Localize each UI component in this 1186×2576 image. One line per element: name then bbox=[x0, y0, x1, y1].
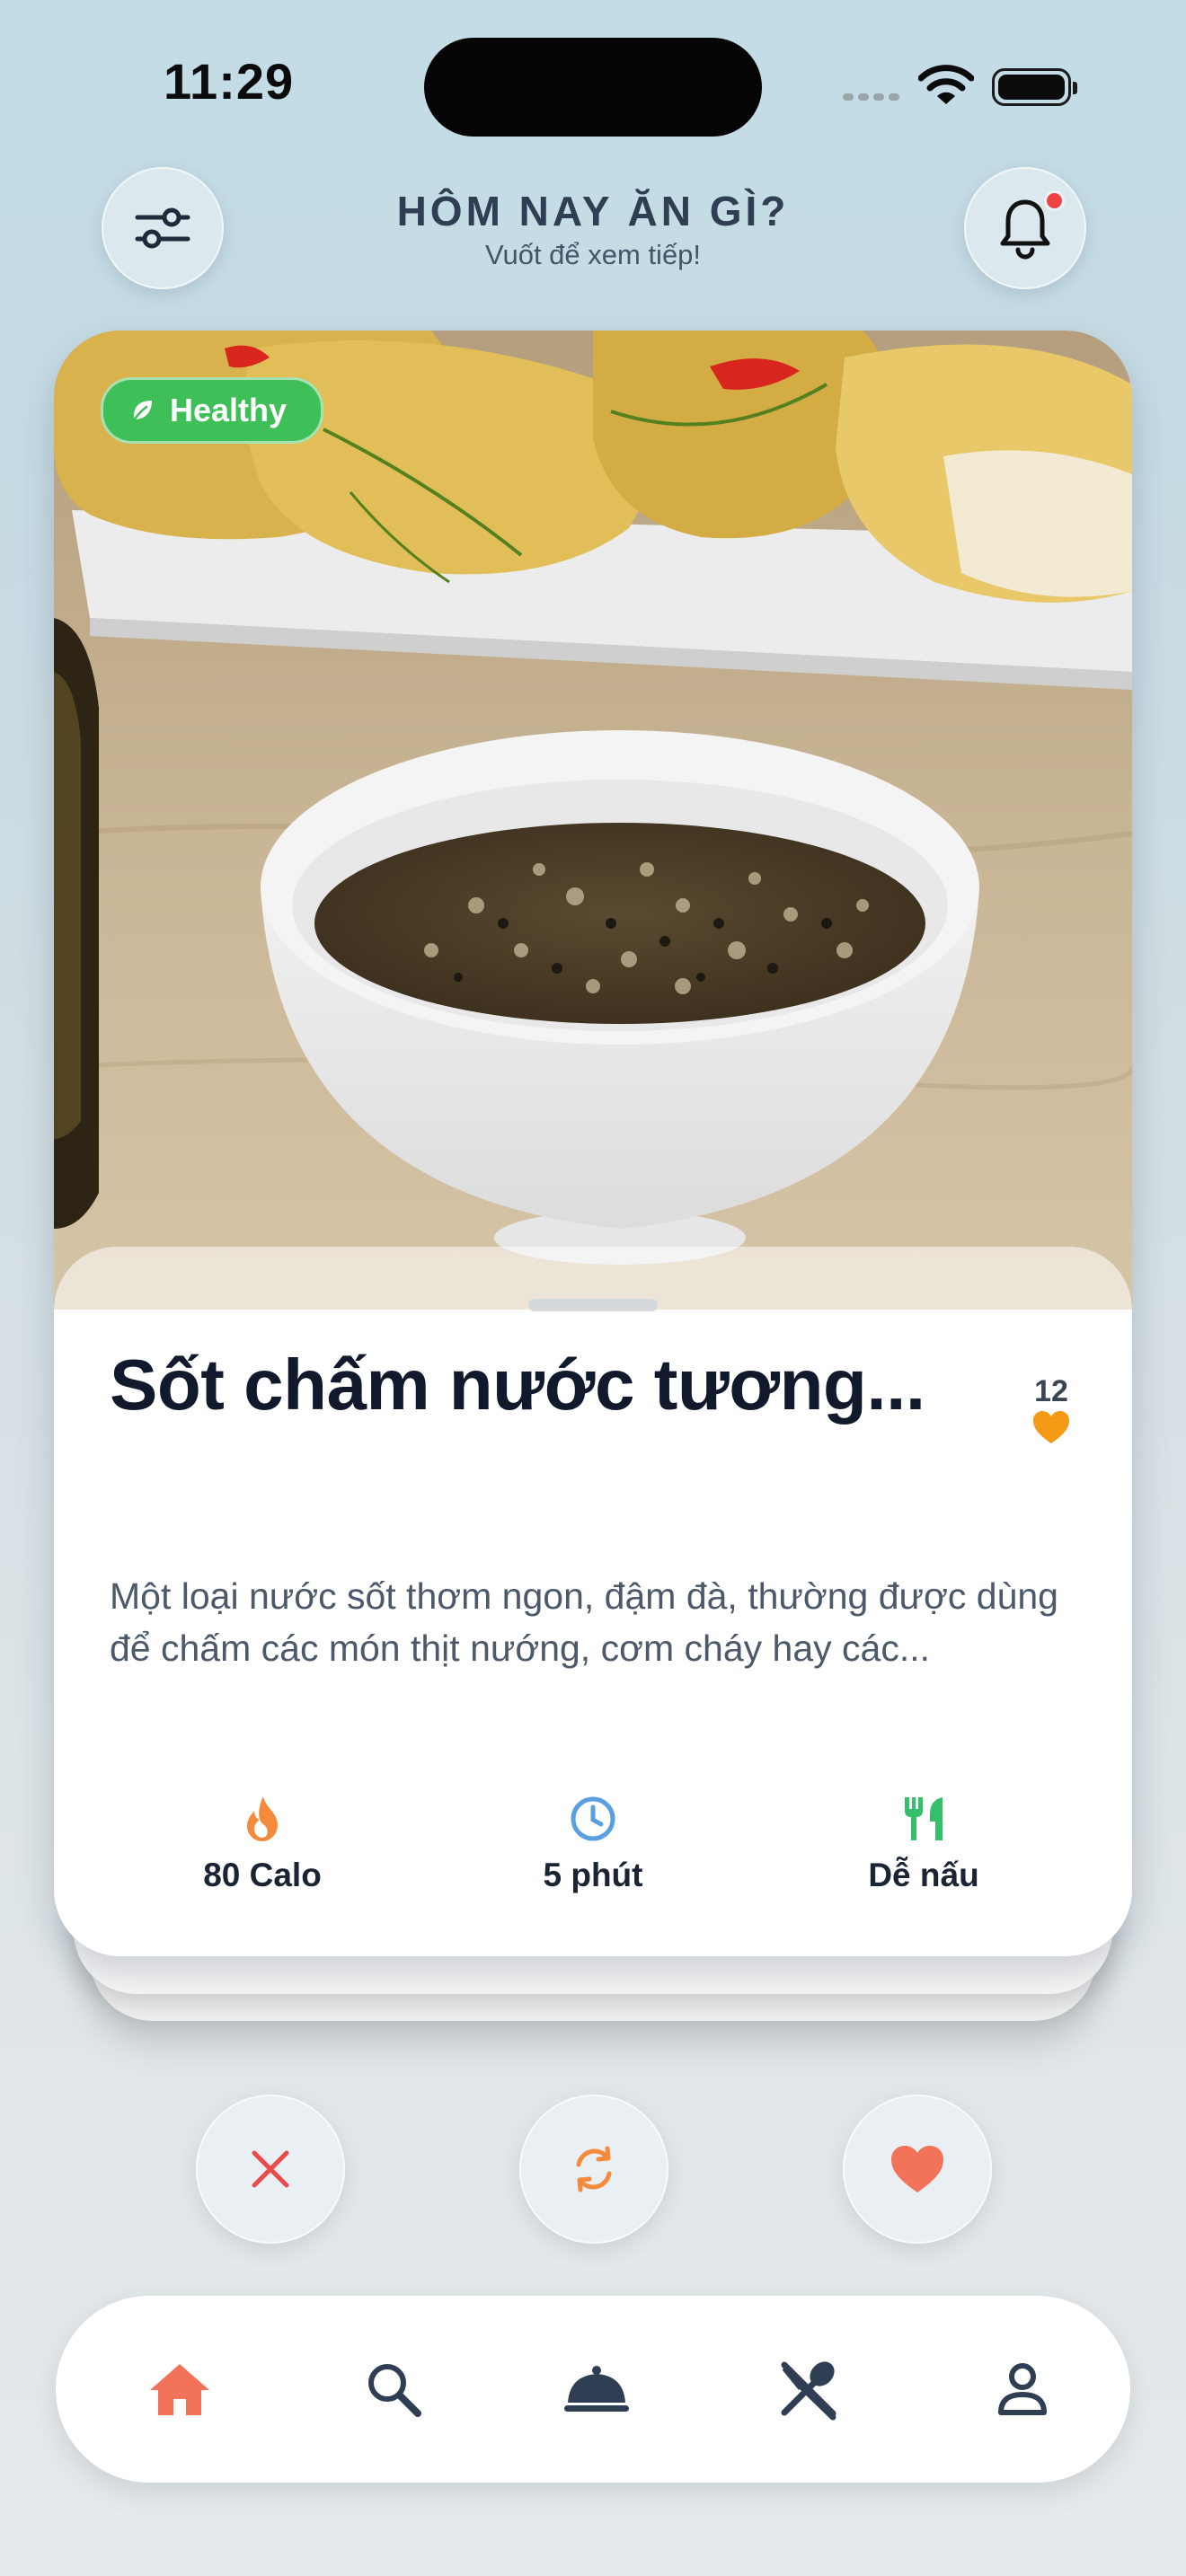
nav-meals[interactable] bbox=[555, 2348, 638, 2430]
cloche-icon bbox=[564, 2366, 629, 2412]
badge-label: Healthy bbox=[170, 392, 288, 428]
skip-button[interactable] bbox=[196, 2095, 345, 2244]
recipe-photo bbox=[54, 331, 1132, 1310]
stat-calories: 80 Calo bbox=[137, 1795, 388, 1894]
like-button[interactable] bbox=[843, 2095, 992, 2244]
page-subtitle: Vuốt để xem tiếp! bbox=[484, 239, 702, 270]
leaf-icon bbox=[132, 401, 152, 422]
profile-icon bbox=[998, 2363, 1047, 2415]
recipe-card[interactable]: Healthy Sốt chấm nước tương... 12 Một lo… bbox=[54, 331, 1132, 1956]
filter-button[interactable] bbox=[102, 167, 224, 289]
heart-small-icon bbox=[1033, 1411, 1069, 1443]
nav-home[interactable] bbox=[138, 2348, 221, 2430]
drag-handle[interactable] bbox=[528, 1299, 658, 1311]
stat-difficulty-label: Dễ nấu bbox=[868, 1857, 979, 1893]
heart-icon bbox=[891, 2146, 943, 2192]
notification-dot bbox=[1044, 190, 1065, 211]
recipe-title: Sốt chấm nước tương... bbox=[110, 1345, 925, 1425]
stat-calories-label: 80 Calo bbox=[203, 1857, 322, 1893]
wifi-icon bbox=[918, 65, 974, 104]
recipe-description: Một loại nước sốt thơm ngon, đậm đà, thư… bbox=[110, 1575, 1058, 1669]
dynamic-island bbox=[424, 38, 762, 137]
spoon-knife-icon bbox=[781, 2361, 836, 2421]
page-title: HÔM NAY ĂN GÌ? bbox=[396, 188, 790, 234]
flame-icon bbox=[247, 1796, 278, 1841]
bell-icon bbox=[1000, 199, 1050, 260]
home-icon bbox=[150, 2364, 209, 2415]
utensils-icon bbox=[905, 1797, 943, 1840]
status-time: 11:29 bbox=[164, 53, 295, 110]
notification-button[interactable] bbox=[964, 167, 1086, 289]
search-icon bbox=[368, 2364, 421, 2417]
shuffle-button[interactable] bbox=[519, 2095, 668, 2244]
stat-time-label: 5 phút bbox=[543, 1857, 643, 1893]
bottom-nav bbox=[56, 2296, 1130, 2483]
battery-icon bbox=[992, 68, 1077, 106]
category-badge: Healthy bbox=[101, 377, 324, 444]
like-counter: 12 bbox=[997, 1374, 1105, 1450]
nav-recipes[interactable] bbox=[767, 2348, 850, 2430]
nav-search[interactable] bbox=[352, 2348, 435, 2430]
signal-icon bbox=[843, 93, 899, 101]
clock-icon bbox=[571, 1796, 615, 1841]
refresh-icon bbox=[576, 2146, 612, 2192]
like-count: 12 bbox=[1034, 1374, 1068, 1408]
sliders-icon bbox=[135, 207, 190, 249]
stat-time: 5 phút bbox=[467, 1795, 719, 1894]
close-icon bbox=[252, 2150, 289, 2188]
nav-profile[interactable] bbox=[981, 2348, 1064, 2430]
stat-difficulty: Dễ nấu bbox=[798, 1795, 1049, 1894]
